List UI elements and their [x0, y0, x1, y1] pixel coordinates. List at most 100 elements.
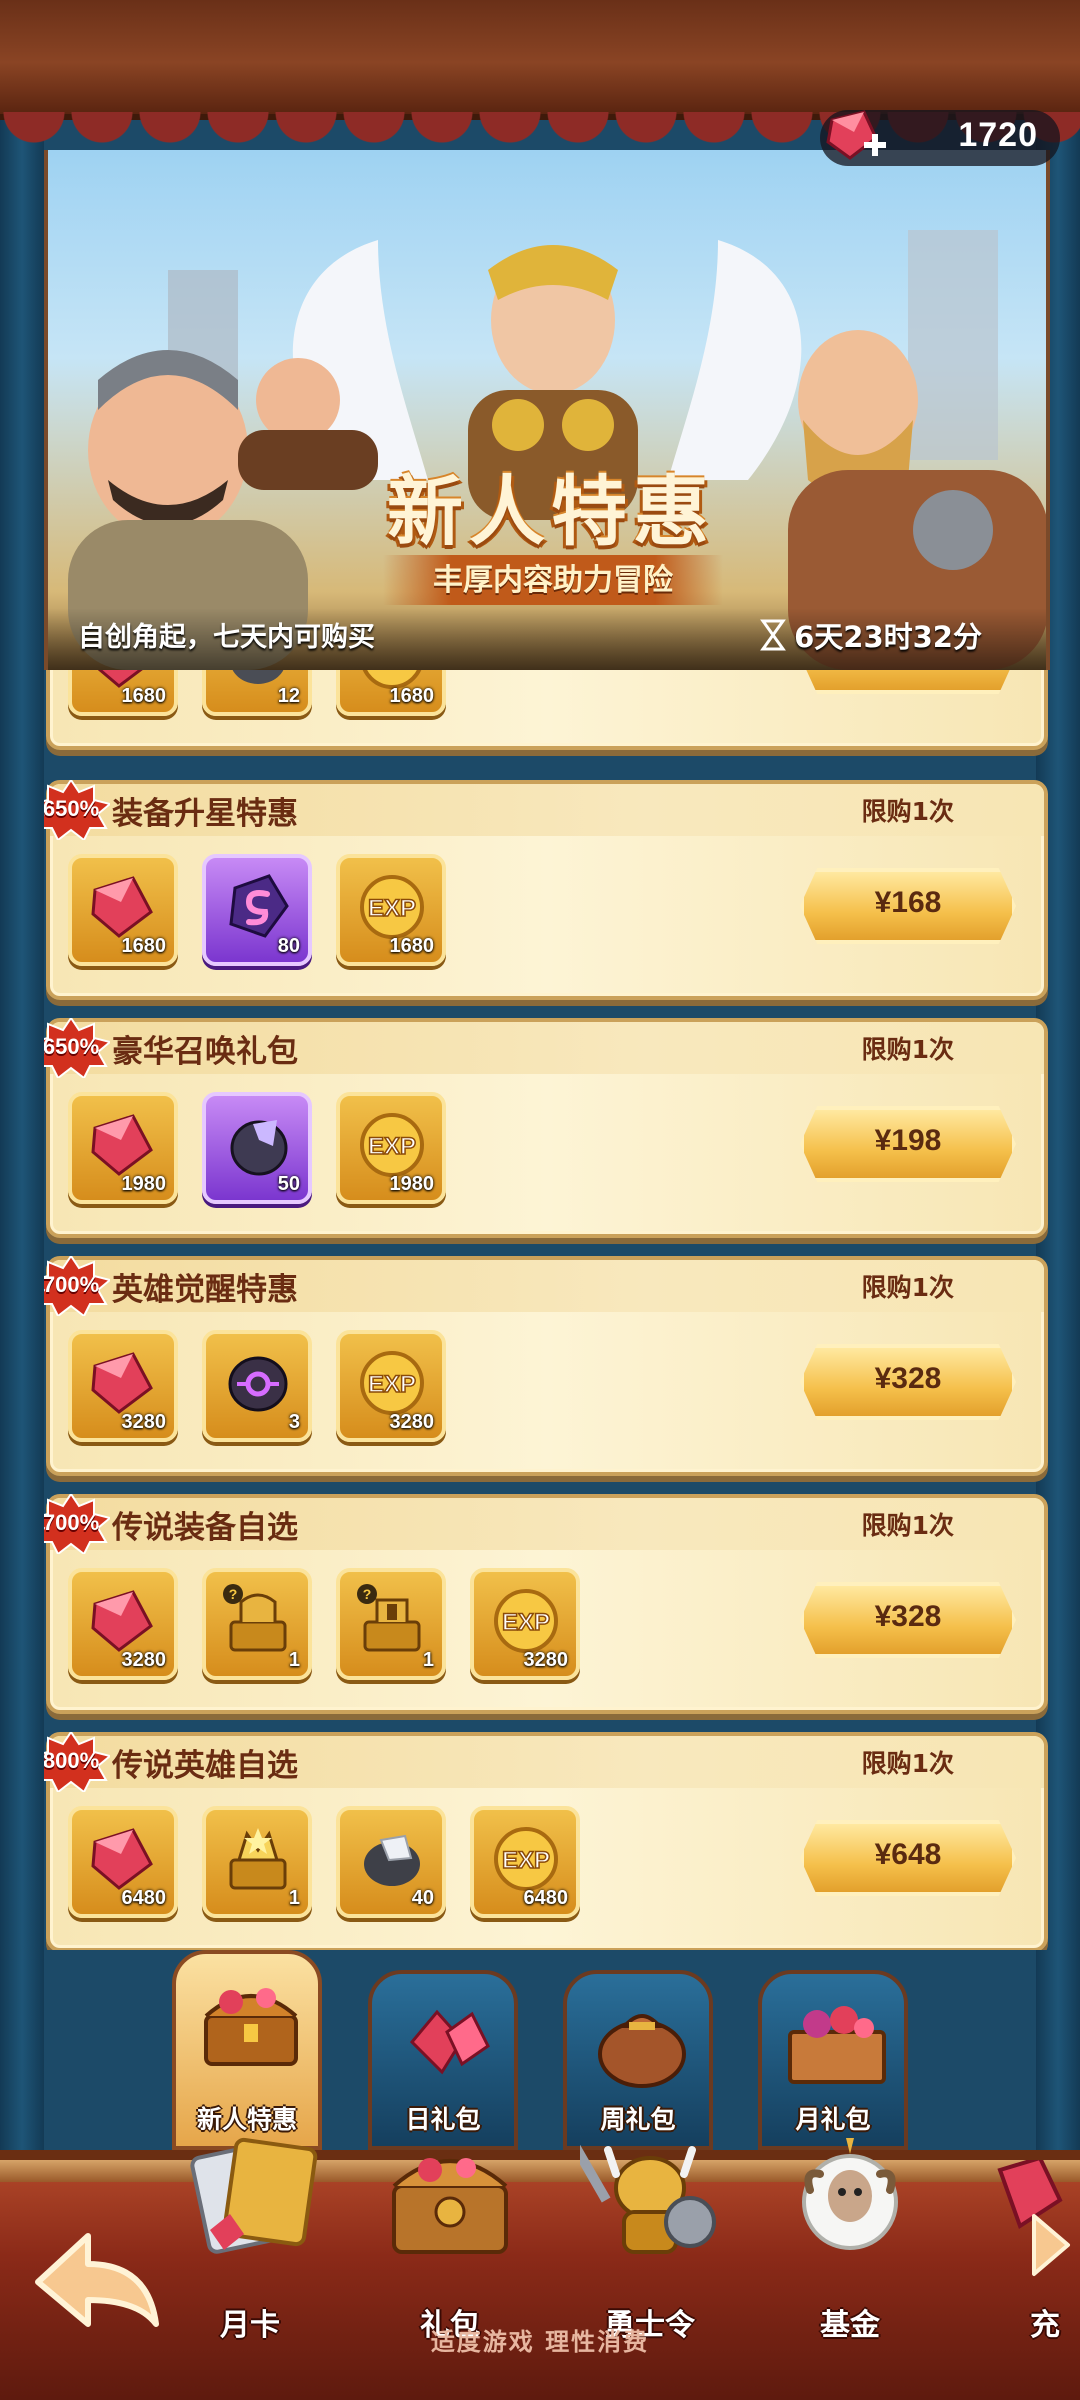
reward-slot[interactable]: ? 1	[336, 1568, 446, 1680]
chevron-right-icon[interactable]	[1028, 2210, 1074, 2280]
offer-name: 装备升星特惠	[112, 796, 298, 832]
reward-slot[interactable]: 3	[202, 1330, 312, 1442]
fund-sheep-icon	[802, 2138, 898, 2250]
reward-quantity: 1	[422, 1649, 434, 1671]
price-label: ¥328	[874, 1362, 942, 1395]
purchase-limit: 限购1次	[861, 1273, 954, 1302]
reward-quantity: 1680	[121, 685, 167, 707]
bottom-nav: 月卡 礼包 勇士令 基金 充	[0, 2136, 1080, 2400]
offer-list[interactable]: 1680 12 EXP 1680 650% 装备升星特惠 限购1次 1680 8…	[44, 660, 1050, 1950]
offer-name: 英雄觉醒特惠	[112, 1272, 298, 1308]
buy-button[interactable]: ¥328	[800, 1344, 1016, 1420]
promo-banner: 新人特惠 丰厚内容助力冒险 自创角起，七天内可购买 6天23时32分	[44, 150, 1050, 670]
gem-balance[interactable]: 1720	[820, 110, 1060, 166]
reward-slot[interactable]: 3280	[68, 1568, 178, 1680]
reward-quantity: 80	[277, 935, 300, 957]
gem-crate-icon	[788, 2006, 886, 2084]
reward-quantity: 50	[277, 1173, 300, 1195]
top-bar	[0, 0, 1080, 120]
reward-quantity: 1	[288, 1887, 300, 1909]
gem-plus-icon[interactable]	[820, 102, 890, 172]
reward-quantity: 6480	[121, 1887, 167, 1909]
svg-text:EXP: EXP	[502, 1847, 550, 1874]
reward-slot[interactable]: 40	[336, 1806, 446, 1918]
offer-name: 豪华召唤礼包	[112, 1034, 298, 1070]
reward-slot[interactable]: 6480	[68, 1806, 178, 1918]
offer-card: 700% 传说装备自选 限购1次 3280 ? 1 ? 1 EXP 3280 ¥…	[44, 1492, 1048, 1714]
reward-slot[interactable]: 50	[202, 1092, 312, 1204]
tab-weekly-pack[interactable]: 周礼包	[563, 1970, 713, 2150]
offer-name: 传说英雄自选	[112, 1748, 298, 1784]
purchase-limit: 限购1次	[861, 797, 954, 826]
gift-chest-icon	[392, 2158, 508, 2254]
banner-title: 新人特惠	[387, 467, 715, 556]
legendary-weapon-chest-icon: ?	[223, 1584, 287, 1652]
gem-pile-icon	[409, 2009, 490, 2075]
offer-card: 1680 12 EXP 1680	[46, 660, 1048, 750]
purchase-limit: 限购1次	[861, 1749, 954, 1778]
legendary-armor-chest-icon: ?	[357, 1584, 421, 1652]
reward-slot[interactable]: EXP 3280	[336, 1330, 446, 1442]
warrior-pass-icon	[580, 2136, 716, 2254]
tab-monthly-pack[interactable]: 月礼包	[758, 1970, 908, 2150]
svg-text:?: ?	[229, 1586, 238, 1602]
reward-slot[interactable]: 80	[202, 854, 312, 966]
left-frame	[0, 120, 44, 2150]
legendary-hero-chest-icon	[229, 1828, 287, 1890]
discount-value: 650%	[44, 1034, 100, 1059]
svg-text:EXP: EXP	[368, 1133, 416, 1160]
reward-quantity: 1980	[389, 1173, 435, 1195]
money-bag-icon	[598, 2014, 686, 2088]
awaken-stone-icon	[228, 1356, 288, 1412]
tab-daily-pack[interactable]: 日礼包	[368, 1970, 518, 2150]
svg-text:?: ?	[363, 1586, 372, 1602]
reward-quantity: 3280	[121, 1649, 167, 1671]
price-label: ¥198	[874, 1124, 942, 1157]
offer-card: 800% 传说英雄自选 限购1次 6480 1 40 EXP 6480 ¥648	[44, 1730, 1048, 1950]
reward-quantity: 3280	[389, 1411, 435, 1433]
discount-value: 650%	[44, 796, 100, 821]
reward-quantity: 1	[288, 1649, 300, 1671]
discount-badge: 700%	[44, 1492, 113, 1556]
reward-quantity: 3	[288, 1411, 300, 1433]
reward-slot[interactable]: ? 1	[202, 1568, 312, 1680]
reward-quantity: 40	[411, 1887, 434, 1909]
discount-value: 700%	[44, 1510, 100, 1535]
reward-slot[interactable]: 1	[202, 1806, 312, 1918]
healthy-gaming-notice: 适度游戏 理性消费	[430, 2328, 650, 2356]
reward-slot[interactable]: EXP 6480	[470, 1806, 580, 1918]
reward-slot[interactable]: EXP 1980	[336, 1092, 446, 1204]
buy-button[interactable]: ¥168	[800, 868, 1016, 944]
purchase-window-note: 自创角起，七天内可购买	[78, 622, 375, 653]
offer-card: 650% 豪华召唤礼包 限购1次 1980 50 EXP 1980 ¥198	[44, 1016, 1048, 1238]
reward-slot[interactable]: 1980	[68, 1092, 178, 1204]
hourglass-icon	[760, 619, 787, 651]
purchase-limit: 限购1次	[861, 1035, 954, 1064]
discount-value: 700%	[44, 1272, 100, 1297]
reward-quantity: 1680	[389, 685, 435, 707]
discount-badge: 700%	[44, 1254, 113, 1318]
buy-button[interactable]: ¥198	[800, 1106, 1016, 1182]
countdown-timer: 6天23时32分	[760, 614, 982, 656]
purchase-limit: 限购1次	[861, 1511, 954, 1540]
discount-value: 800%	[44, 1748, 100, 1773]
reward-slot[interactable]: 3280	[68, 1330, 178, 1442]
discount-badge: 650%	[44, 1016, 113, 1080]
buy-button[interactable]: ¥648	[800, 1820, 1016, 1896]
reward-slot[interactable]: EXP 3280	[470, 1568, 580, 1680]
offer-card: 700% 英雄觉醒特惠 限购1次 3280 3 EXP 3280 ¥328	[44, 1254, 1048, 1476]
month-card-icon	[190, 2137, 318, 2254]
tab-newbie-deal[interactable]: 新人特惠	[172, 1950, 322, 2150]
reward-quantity: 1680	[389, 935, 435, 957]
discount-badge: 800%	[44, 1730, 113, 1794]
reward-slot[interactable]: EXP 1680	[336, 854, 446, 966]
offer-name: 传说装备自选	[112, 1510, 298, 1546]
banner-subtitle: 丰厚内容助力冒险	[383, 555, 723, 605]
buy-button[interactable]: ¥328	[800, 1582, 1016, 1658]
reward-quantity: 6480	[523, 1887, 569, 1909]
reward-quantity: 1980	[121, 1173, 167, 1195]
reward-slot[interactable]: 1680	[68, 854, 178, 966]
reward-quantity: 3280	[523, 1649, 569, 1671]
discount-badge: 650%	[44, 778, 113, 842]
reward-quantity: 12	[277, 685, 300, 707]
